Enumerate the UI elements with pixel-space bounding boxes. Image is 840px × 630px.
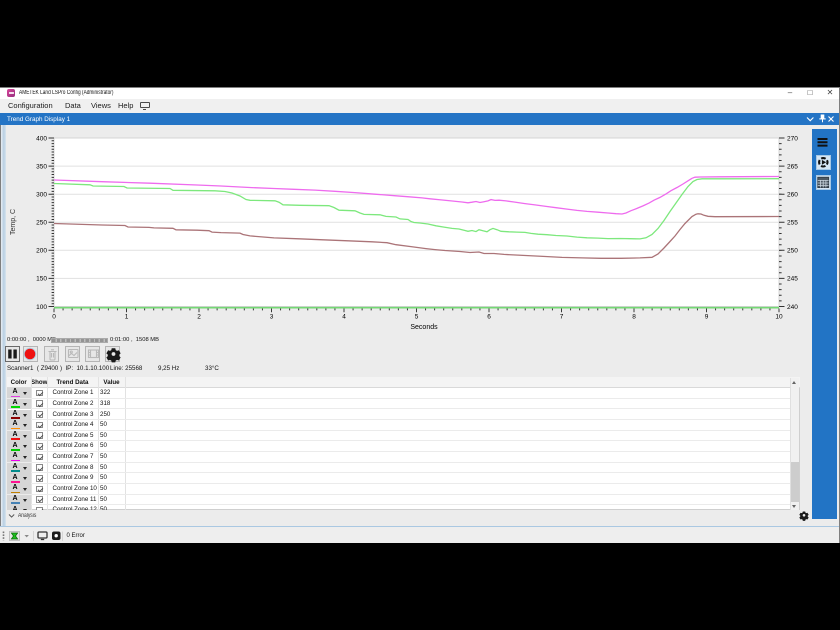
- svg-text:Seconds: Seconds: [410, 324, 438, 331]
- svg-text:4: 4: [342, 314, 346, 321]
- svg-text:5: 5: [415, 314, 419, 321]
- svg-text:250: 250: [36, 220, 47, 227]
- svg-text:8: 8: [632, 314, 636, 321]
- svg-text:260: 260: [787, 192, 798, 199]
- svg-text:100: 100: [36, 304, 47, 311]
- svg-text:270: 270: [787, 135, 798, 142]
- svg-text:400: 400: [36, 135, 47, 142]
- svg-text:6: 6: [487, 314, 491, 321]
- svg-text:200: 200: [36, 248, 47, 255]
- svg-text:250: 250: [787, 248, 798, 255]
- svg-text:9: 9: [705, 314, 709, 321]
- svg-text:1: 1: [125, 314, 129, 321]
- svg-text:2: 2: [197, 314, 201, 321]
- svg-text:245: 245: [787, 276, 798, 283]
- svg-text:300: 300: [36, 192, 47, 199]
- svg-text:10: 10: [775, 314, 783, 321]
- svg-text:0: 0: [52, 314, 56, 321]
- svg-text:Temp, C: Temp, C: [10, 209, 17, 235]
- svg-text:240: 240: [787, 304, 798, 311]
- svg-text:265: 265: [787, 163, 798, 170]
- svg-text:3: 3: [270, 314, 274, 321]
- svg-text:150: 150: [36, 276, 47, 283]
- svg-text:7: 7: [560, 314, 564, 321]
- svg-text:255: 255: [787, 220, 798, 227]
- svg-text:350: 350: [36, 163, 47, 170]
